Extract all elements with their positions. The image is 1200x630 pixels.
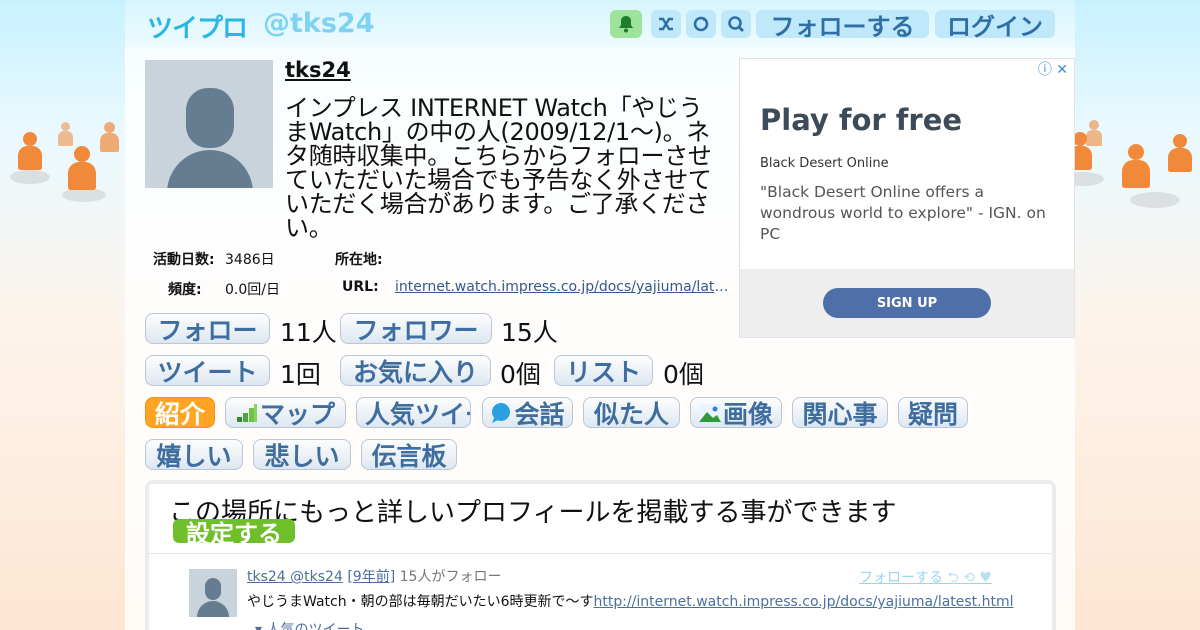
bird-icon: ▾ (255, 622, 263, 630)
refresh-icon (693, 16, 709, 32)
tab-message-board[interactable]: 伝言板 (361, 439, 457, 470)
tweet-time-link[interactable]: [9年前] (347, 569, 395, 585)
tab-images[interactable]: 画像 (690, 397, 782, 428)
tab-popular-tweets[interactable]: 人気ツイート (356, 397, 471, 428)
reply-icon[interactable]: ⮌ (947, 570, 958, 586)
tweet-follower-count: 15人がフォロー (399, 569, 502, 585)
tweet-meta: tks24 @tks24 [9年前] 15人がフォロー (247, 566, 501, 586)
tab-happy[interactable]: 嬉しい (145, 439, 243, 470)
profile-bio: インプレス INTERNET Watch「やじうまWatch」の中の人(2009… (285, 94, 712, 242)
tab-sad[interactable]: 悲しい (253, 439, 351, 470)
tweet-text: やじうまWatch・朝の部は毎朝だいたい6時更新で～すhttp://intern… (247, 591, 1014, 611)
shuffle-button[interactable] (651, 10, 681, 38)
tweets-count: 1回 (280, 360, 321, 389)
header-bar: ツイプロ @tks24 フォローする ログイン (125, 0, 1075, 48)
lists-count: 0個 (663, 360, 704, 389)
followers-count: 15人 (501, 318, 558, 347)
ad-choices-icon[interactable]: ⓘ ✕ (1038, 59, 1068, 79)
setup-button[interactable]: 設定する (173, 519, 295, 548)
bell-icon (619, 16, 633, 33)
tweet-avatar-head (205, 578, 221, 600)
refresh-button[interactable] (686, 10, 716, 38)
retweet-icon[interactable]: ⟲ (963, 570, 975, 586)
avatar-head-shape (186, 88, 234, 148)
tweet-avatar-body (197, 601, 229, 617)
site-logo[interactable]: ツイプロ (147, 8, 248, 45)
tab-questions[interactable]: 疑問 (898, 397, 968, 428)
shuffle-icon (659, 17, 673, 31)
followers-button[interactable]: フォロワー (340, 313, 492, 344)
favorites-button[interactable]: お気に入り (340, 355, 491, 386)
tab-map[interactable]: マップ (225, 397, 346, 428)
profile-username[interactable]: tks24 (285, 58, 351, 82)
tab-interests-label: 関心事 (802, 399, 878, 428)
days-value: 3486日 (225, 252, 275, 268)
introduction-panel: この場所にもっと詳しいプロフィールを掲載する事ができます 設定する tks24 … (145, 480, 1056, 630)
search-icon (728, 16, 744, 32)
tweet-link[interactable]: http://internet.watch.impress.co.jp/docs… (594, 594, 1014, 610)
tab-conversation-label: 会話 (514, 399, 565, 428)
profile-avatar[interactable] (145, 60, 273, 188)
ad-sponsor: Black Desert Online (760, 156, 889, 171)
search-button[interactable] (721, 10, 751, 38)
popular-tweets-label: 人気のツイート (266, 622, 365, 630)
ad-signup-button[interactable]: SIGN UP (823, 288, 991, 318)
tweet-body: やじうまWatch・朝の部は毎朝だいたい6時更新で～す (247, 594, 594, 610)
tab-introduction[interactable]: 紹介 (145, 397, 215, 428)
tweets-button[interactable]: ツイート (145, 355, 270, 386)
popular-tweets-link[interactable]: ▾ 人気のツイート (255, 619, 364, 630)
tab-map-label: マップ (259, 399, 335, 428)
location-label: 所在地: (335, 252, 383, 268)
tab-introduction-label: 紹介 (154, 399, 205, 428)
speech-bubble-icon (492, 402, 511, 423)
tweet-follow-area: フォローする ⮌ ⟲ ♥ (859, 567, 992, 591)
tab-questions-label: 疑問 (907, 399, 958, 428)
tweet-follow-link[interactable]: フォローする (859, 570, 943, 586)
following-count: 11人 (280, 318, 337, 347)
frequency-label: 頻度: (168, 282, 202, 298)
image-icon (698, 403, 721, 422)
page-container: ツイプロ @tks24 フォローする ログイン tks24 インプレス INTE… (125, 0, 1075, 630)
notification-button[interactable] (610, 10, 642, 38)
tab-images-label: 画像 (722, 399, 773, 428)
login-button[interactable]: ログイン (935, 10, 1055, 41)
tweet-author-link[interactable]: tks24 @tks24 (247, 569, 343, 585)
avatar-body-shape (167, 150, 253, 188)
tab-conversation[interactable]: 会話 (482, 397, 573, 428)
tab-similar-people-label: 似た人 (593, 399, 669, 428)
tab-message-board-label: 伝言板 (371, 441, 447, 470)
header-follow-button[interactable]: フォローする (756, 10, 929, 41)
advertisement[interactable]: ⓘ ✕ Play for free Black Desert Online "B… (739, 58, 1075, 338)
like-heart-icon[interactable]: ♥ (979, 570, 992, 586)
following-button[interactable]: フォロー (145, 313, 270, 344)
map-icon (236, 403, 257, 422)
panel-divider (149, 553, 1052, 554)
tab-interests[interactable]: 関心事 (792, 397, 888, 428)
tweet-avatar[interactable] (189, 569, 237, 617)
lists-button[interactable]: リスト (554, 355, 653, 386)
profile-url-link[interactable]: internet.watch.impress.co.jp/docs/yajium… (395, 279, 730, 295)
tab-happy-label: 嬉しい (156, 441, 232, 470)
ad-title: Play for free (760, 103, 963, 137)
frequency-value: 0.0回/日 (225, 282, 280, 298)
favorites-count: 0個 (500, 360, 541, 389)
tab-popular-tweets-label: 人気ツイート (365, 399, 470, 428)
tab-similar-people[interactable]: 似た人 (583, 397, 680, 428)
ad-quote: "Black Desert Online offers a wondrous w… (760, 183, 1046, 243)
tab-sad-label: 悲しい (264, 441, 340, 470)
days-label: 活動日数: (153, 252, 215, 268)
header-handle[interactable]: @tks24 (263, 8, 375, 39)
url-label: URL: (342, 279, 379, 295)
